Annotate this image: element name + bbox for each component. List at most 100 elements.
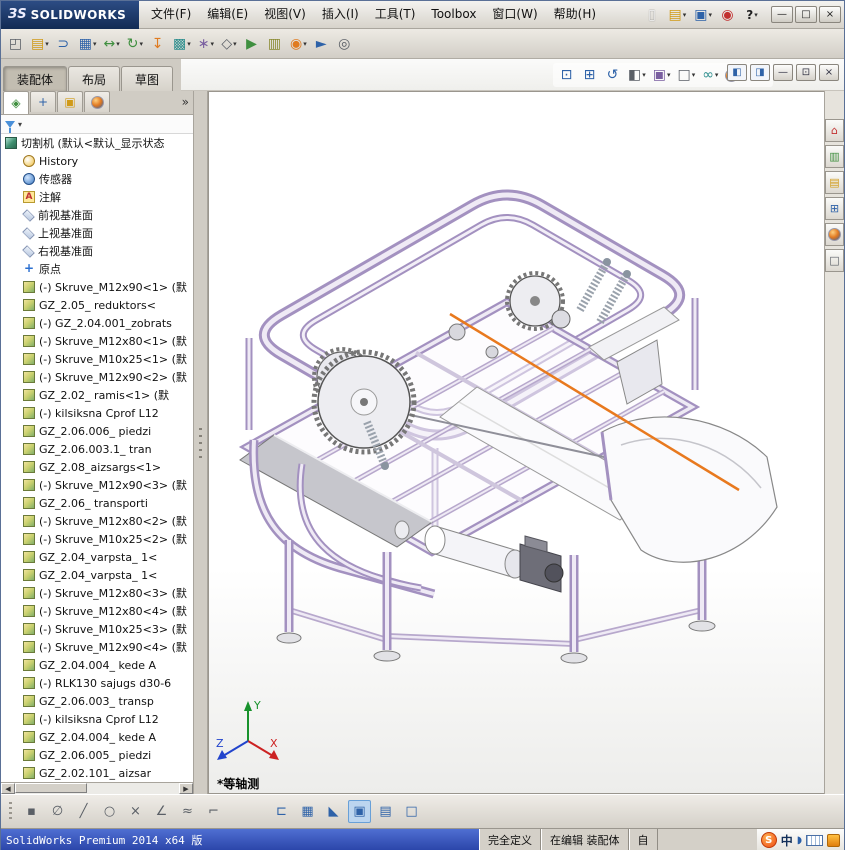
sketch-spline-tool[interactable]: ≈ — [176, 800, 199, 823]
open-part-button[interactable]: ▤ ▾ — [28, 32, 52, 56]
assembly-features-button[interactable]: ∗ ▾ — [195, 32, 217, 56]
tree-component-row[interactable]: (-) Skruve_M10x25<3> (默 — [1, 620, 193, 638]
menu-item[interactable]: 编辑(E) — [199, 1, 256, 28]
tree-component-row[interactable]: GZ_2.04.004_ kede A — [1, 656, 193, 674]
menu-item[interactable]: 文件(F) — [143, 1, 199, 28]
sketch-corner-tool[interactable]: ⌐ — [202, 800, 225, 823]
view-grid-tool[interactable]: ▦ — [296, 800, 319, 823]
mate-button[interactable]: ⊃ — [53, 32, 75, 56]
file-explorer-tab[interactable]: ▤ — [825, 171, 844, 194]
sketch-angle-tool[interactable]: ∠ — [150, 800, 173, 823]
left-pane-toggle-icon[interactable]: ◧ — [727, 64, 747, 81]
menu-item[interactable]: 插入(I) — [314, 1, 367, 28]
rotate-component-button[interactable]: ↻ ▾ — [124, 32, 146, 56]
tree-component-row[interactable]: (-) Skruve_M12x90<3> (默 — [1, 476, 193, 494]
tree-component-row[interactable]: GZ_2.06.003_ transp — [1, 692, 193, 710]
scroll-left-button[interactable]: ◀ — [1, 783, 15, 794]
hide-show-items-button[interactable]: ∞ ▾ — [699, 63, 721, 87]
propertymanager-tab[interactable]: + — [30, 91, 56, 112]
tree-component-row[interactable]: GZ_2.06_ transporti — [1, 494, 193, 512]
toolbar-grip-icon[interactable] — [9, 801, 12, 822]
sketch-trim-tool[interactable]: × — [124, 800, 147, 823]
component-pattern-button[interactable]: ▩ ▾ — [170, 32, 194, 56]
assembly-3d-model[interactable] — [209, 92, 826, 794]
tree-root-assembly[interactable]: 切割机 (默认<默认_显示状态 — [1, 134, 193, 152]
tree-component-row[interactable]: GZ_2.02.101_ aizsar — [1, 764, 193, 782]
ime-language-icon[interactable]: 中 — [781, 832, 793, 849]
tree-item-history[interactable]: History — [1, 152, 193, 170]
reference-geometry-button[interactable]: ◇ ▾ — [218, 32, 240, 56]
view-triangle-tool[interactable]: ◣ — [322, 800, 345, 823]
tree-component-row[interactable]: GZ_2.04_varpsta_ 1< — [1, 548, 193, 566]
tree-component-row[interactable]: GZ_2.06.006_ piedzi — [1, 422, 193, 440]
tree-component-row[interactable]: (-) Skruve_M12x90<4> (默 — [1, 638, 193, 656]
instant3d-button[interactable]: ► — [311, 32, 333, 56]
display-style-button[interactable]: □ ▾ — [675, 63, 699, 87]
sketch-line-tool[interactable]: ╱ — [72, 800, 95, 823]
ime-keyboard-icon[interactable] — [806, 834, 823, 846]
tree-component-row[interactable]: (-) Skruve_M12x80<4> (默 — [1, 602, 193, 620]
view-orientation-button[interactable]: ▣ ▾ — [650, 63, 674, 87]
tree-component-row[interactable]: (-) Skruve_M10x25<1> (默 — [1, 350, 193, 368]
tray-notification-icon[interactable] — [827, 833, 840, 847]
solidworks-resources-tab[interactable]: ⌂ — [825, 119, 844, 142]
displaymanager-tab[interactable] — [84, 91, 110, 112]
tree-filter-bar[interactable]: ▾ — [1, 115, 193, 134]
tree-component-row[interactable]: GZ_2.06.005_ piedzi — [1, 746, 193, 764]
tree-component-row[interactable]: (-) Skruve_M12x80<1> (默 — [1, 332, 193, 350]
sogou-ime-icon[interactable]: S — [760, 832, 777, 848]
menu-item[interactable]: 窗口(W) — [484, 1, 545, 28]
zoom-fit-button[interactable]: ⊡ — [556, 63, 578, 87]
tree-item-annotations[interactable]: A 注解 — [1, 188, 193, 206]
move-component-button[interactable]: ↔ ▾ — [101, 32, 123, 56]
exploded-view-button[interactable]: ◉ ▾ — [287, 32, 310, 56]
scrollbar-thumb[interactable] — [15, 783, 87, 793]
save-button[interactable]: ▣ ▾ — [691, 3, 715, 27]
section-view-button[interactable]: ◧ ▾ — [625, 63, 649, 87]
menu-item[interactable]: 工具(T) — [367, 1, 424, 28]
tree-item-top-plane[interactable]: 上视基准面 — [1, 224, 193, 242]
previous-view-button[interactable]: ↺ — [602, 63, 624, 87]
tree-component-row[interactable]: (-) Skruve_M12x90<1> (默 — [1, 278, 193, 296]
tree-horizontal-scrollbar[interactable]: ◀ ▶ — [1, 782, 193, 794]
maximize-button[interactable]: □ — [795, 6, 817, 23]
scrollbar-track[interactable] — [15, 783, 179, 794]
tree-component-row[interactable]: GZ_2.08_aizsargs<1> — [1, 458, 193, 476]
tree-item-sensors[interactable]: 传感器 — [1, 170, 193, 188]
tree-component-row[interactable]: (-) Skruve_M12x80<2> (默 — [1, 512, 193, 530]
bill-of-materials-button[interactable]: ▥ — [264, 32, 286, 56]
minimize-button[interactable]: — — [771, 6, 793, 23]
smart-fasteners-button[interactable]: ↧ — [147, 32, 169, 56]
help-button[interactable]: ? ▾ — [741, 3, 763, 27]
featuremanager-tab[interactable]: ◈ — [3, 91, 29, 114]
document-close-button[interactable]: × — [819, 64, 839, 81]
view-list-tool[interactable]: ▤ — [374, 800, 397, 823]
tree-component-row[interactable]: GZ_2.04.004_ kede A — [1, 728, 193, 746]
view-palette-tab[interactable]: ⊞ — [825, 197, 844, 220]
panel-splitter[interactable] — [194, 91, 208, 794]
close-button[interactable]: × — [819, 6, 841, 23]
tree-component-row[interactable]: GZ_2.02_ ramis<1> (默 — [1, 386, 193, 404]
insert-component-button[interactable]: ◰ — [5, 32, 27, 56]
tree-component-row[interactable]: (-) Skruve_M10x25<2> (默 — [1, 530, 193, 548]
appearances-scenes-tab[interactable] — [825, 223, 844, 246]
panel-tabs-overflow-button[interactable]: » — [182, 95, 189, 109]
zoom-area-button[interactable]: ⊞ — [579, 63, 601, 87]
tree-component-row[interactable]: (-) kilsiksna Cprof L12 — [1, 710, 193, 728]
menu-item[interactable]: Toolbox — [423, 1, 484, 28]
status-custom-tab[interactable]: 自 — [628, 829, 658, 850]
sketch-circle-tool[interactable]: ○ — [98, 800, 121, 823]
options-button[interactable]: ◎ — [334, 32, 356, 56]
tree-component-row[interactable]: (-) Skruve_M12x90<2> (默 — [1, 368, 193, 386]
new-document-button[interactable]: ▯ — [642, 3, 664, 27]
graphics-viewport[interactable]: Y X Z *等轴测 — [208, 91, 826, 794]
right-pane-toggle-icon[interactable]: ◨ — [750, 64, 770, 81]
configurationmanager-tab[interactable]: ▣ — [57, 91, 83, 112]
tree-component-row[interactable]: (-) RLK130 sajugs d30-6 — [1, 674, 193, 692]
tree-component-row[interactable]: GZ_2.05_ reduktors< — [1, 296, 193, 314]
linear-component-pattern-button[interactable]: ▦ ▾ — [76, 32, 100, 56]
ime-tool-icon[interactable]: ◗ — [797, 835, 802, 846]
tab-assembly[interactable]: 装配体 — [3, 66, 68, 91]
tree-item-right-plane[interactable]: 右视基准面 — [1, 242, 193, 260]
custom-properties-tab[interactable]: □ — [825, 249, 844, 272]
